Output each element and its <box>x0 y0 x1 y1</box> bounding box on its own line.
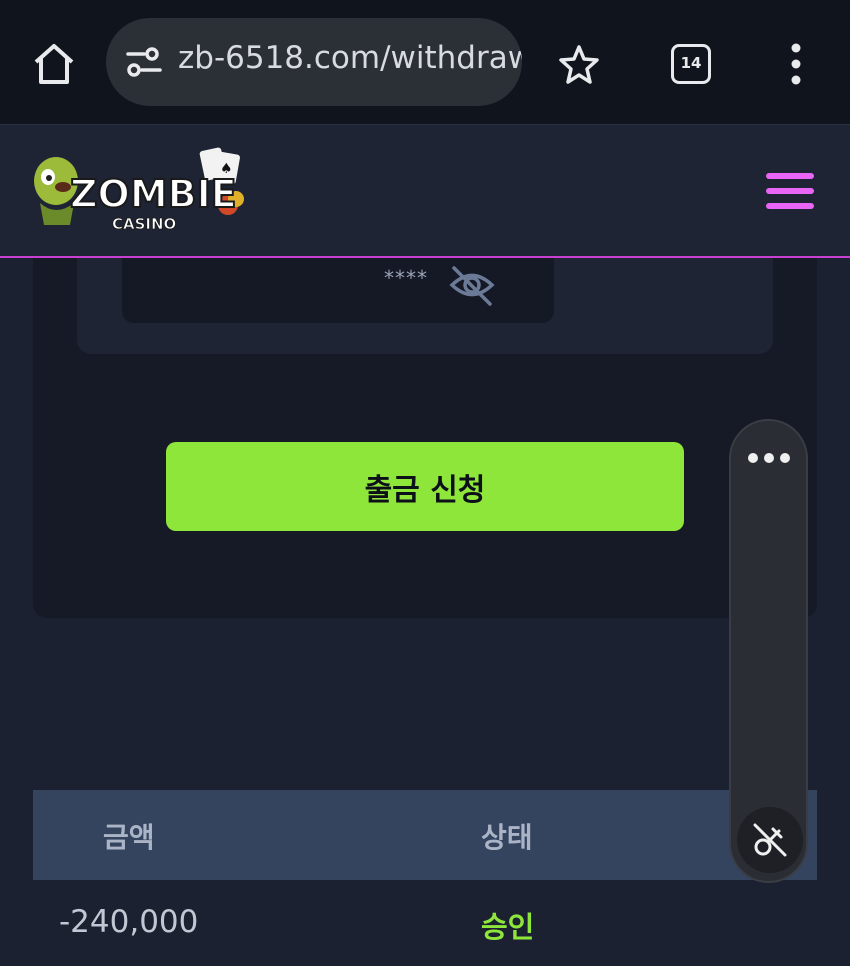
home-icon[interactable] <box>30 40 78 88</box>
more-horiz-icon[interactable] <box>747 451 791 465</box>
browser-toolbar: zb-6518.com/withdraw 14 <box>0 0 850 124</box>
site-settings-icon[interactable] <box>124 46 164 78</box>
withdraw-panel: **** 출금 신청 <box>33 258 817 618</box>
row-status: 승인 <box>481 910 535 944</box>
password-field[interactable]: **** <box>122 258 554 323</box>
logo-text-sub: CASINO <box>112 215 176 233</box>
logo-text-main: ZOMBIE <box>70 172 237 216</box>
bookmark-star-icon[interactable] <box>558 43 600 85</box>
table-header-amount: 금액 <box>103 821 155 854</box>
site-header: ♠ ZOMBIE CASINO <box>0 124 850 258</box>
unpin-icon <box>753 823 787 857</box>
floating-action-pill[interactable] <box>729 419 808 883</box>
more-vert-icon[interactable] <box>784 42 808 86</box>
password-section: **** <box>77 258 773 354</box>
table-header-status: 상태 <box>481 821 533 854</box>
table-header-row: 금액 상태 <box>33 790 817 880</box>
password-mask: **** <box>384 266 428 290</box>
zombie-casino-logo[interactable]: ♠ ZOMBIE CASINO <box>30 143 252 243</box>
url-text[interactable]: zb-6518.com/withdraw <box>178 40 522 76</box>
eye-off-icon[interactable] <box>448 262 496 308</box>
unpin-button[interactable] <box>737 807 803 873</box>
row-amount: -240,000 <box>59 904 199 940</box>
withdraw-request-button[interactable]: 출금 신청 <box>166 442 684 531</box>
hamburger-menu-icon[interactable] <box>766 173 814 209</box>
address-bar[interactable]: zb-6518.com/withdraw <box>106 18 522 106</box>
tabs-icon[interactable]: 14 <box>671 44 711 84</box>
table-row: -240,000 승인 <box>33 880 817 966</box>
